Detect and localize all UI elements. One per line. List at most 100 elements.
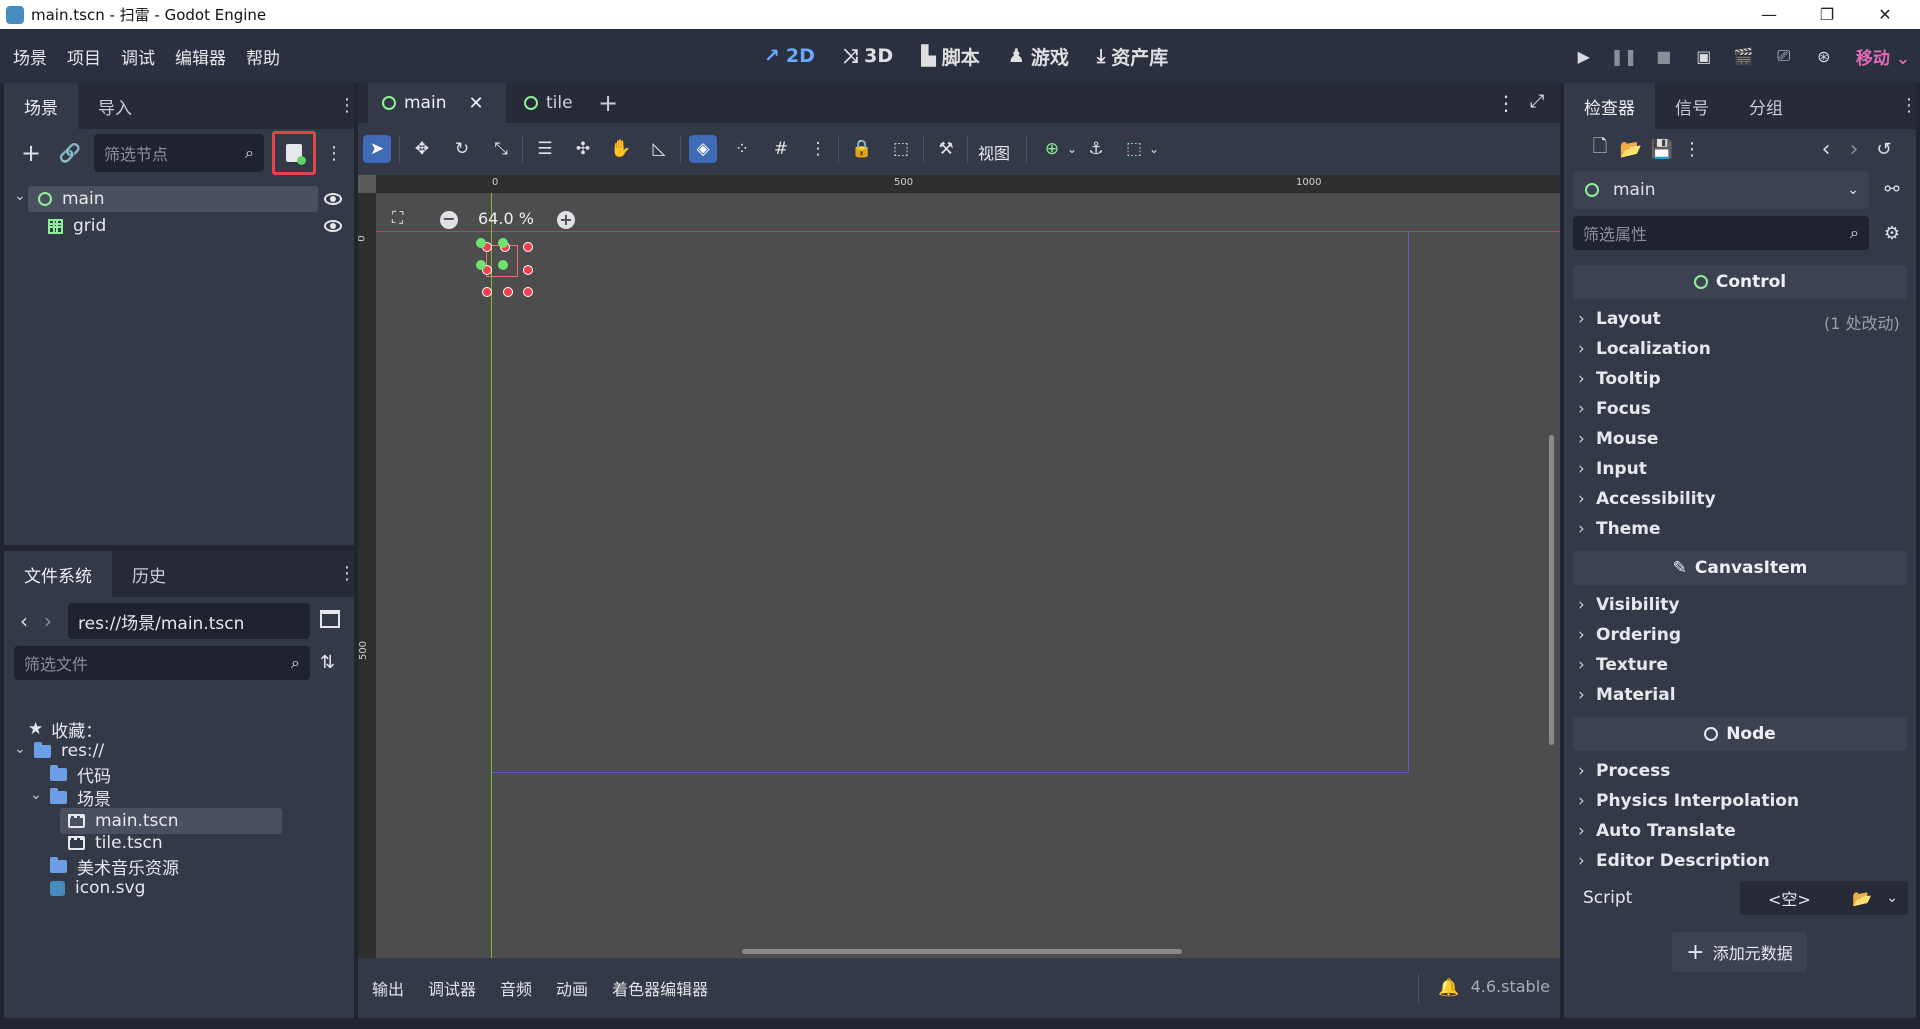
new-scene-tab-icon[interactable]: + xyxy=(598,89,618,117)
resize-handle[interactable] xyxy=(523,242,533,252)
select-mode-icon[interactable]: ➤ xyxy=(363,135,391,163)
tab-debugger[interactable]: 调试器 xyxy=(416,976,488,1000)
tab-scene[interactable]: 场景 xyxy=(4,83,78,129)
back-icon[interactable]: ‹ xyxy=(20,609,28,633)
tab-signals[interactable]: 信号 xyxy=(1655,83,1729,129)
section-canvasitem[interactable]: ✎ CanvasItem xyxy=(1573,551,1907,585)
ruler-mode-icon[interactable]: ◺ xyxy=(645,135,673,163)
prop-process[interactable]: › Process xyxy=(1578,756,1670,786)
history-icon[interactable]: ↺ xyxy=(1870,135,1898,163)
list-select-icon[interactable]: ☰ xyxy=(531,135,559,163)
tab-options-icon[interactable]: ⋮ xyxy=(1496,91,1516,115)
play-custom-scene-icon[interactable]: ⎚ xyxy=(1772,44,1796,68)
workspace-script[interactable]: ▙ 脚本 xyxy=(909,37,992,75)
2d-viewport[interactable]: 0 500 1000 0 500 ⛶ − 64.0 % + xyxy=(358,175,1560,958)
prop-material[interactable]: › Material xyxy=(1578,680,1676,710)
prop-input[interactable]: › Input xyxy=(1578,454,1647,484)
node-filter-input[interactable]: 筛选节点 ⌕ xyxy=(94,134,264,172)
scene-tab-tile[interactable]: tile xyxy=(510,83,587,123)
play-scene-icon[interactable]: 🎬 xyxy=(1732,44,1756,68)
menu-project[interactable]: 项目 xyxy=(57,44,111,69)
scale-mode-icon[interactable]: ⤡ xyxy=(487,135,515,163)
anchor-handle[interactable] xyxy=(476,260,486,270)
file-filter-input[interactable]: 筛选文件 ⌕ xyxy=(14,646,310,680)
open-folder-icon[interactable]: 📂 xyxy=(1617,135,1645,163)
renderer-dropdown[interactable]: 移动 ⌄ xyxy=(1856,44,1910,69)
property-settings-icon[interactable]: ⚙ xyxy=(1878,219,1906,247)
menu-editor[interactable]: 编辑器 xyxy=(165,44,236,69)
tab-audio[interactable]: 音频 xyxy=(488,976,544,1000)
load-script-icon[interactable]: 📂 xyxy=(1852,889,1872,908)
prop-ordering[interactable]: › Ordering xyxy=(1578,620,1681,650)
prop-theme[interactable]: › Theme xyxy=(1578,514,1660,544)
view-menu[interactable]: 视图 xyxy=(978,140,1010,164)
scene-options-icon[interactable]: ⋮ xyxy=(320,139,348,167)
resource-options-icon[interactable]: ⋮ xyxy=(1678,135,1706,163)
anchor-handle[interactable] xyxy=(498,238,508,248)
link-icon[interactable]: 🔗 xyxy=(56,139,84,167)
tab-history[interactable]: 历史 xyxy=(112,551,186,597)
snap-options-icon[interactable]: ⋮ xyxy=(804,135,832,163)
forward-icon[interactable]: › xyxy=(44,609,52,633)
prop-visibility[interactable]: › Visibility xyxy=(1578,590,1680,620)
snap-pivot-icon[interactable]: ⁘ xyxy=(728,135,756,163)
prop-tooltip[interactable]: › Tooltip xyxy=(1578,364,1661,394)
tab-inspector[interactable]: 检查器 xyxy=(1564,83,1655,129)
visibility-eye-icon[interactable] xyxy=(324,220,342,232)
collapse-arrow-icon[interactable]: ⌄ xyxy=(14,188,26,204)
file-row-scenes[interactable]: 场景 xyxy=(50,784,111,810)
skeleton-icon[interactable]: ⚒ xyxy=(932,135,960,163)
minimize-button[interactable]: — xyxy=(1740,0,1798,29)
move-mode-icon[interactable]: ✥ xyxy=(408,135,436,163)
script-field[interactable]: <空> 📂 ⌄ xyxy=(1740,881,1908,915)
workspace-3d[interactable]: ⤨ 3D xyxy=(831,37,905,75)
close-window-button[interactable]: ✕ xyxy=(1856,0,1914,29)
pan-mode-icon[interactable]: ✋ xyxy=(607,135,635,163)
add-metadata-button[interactable]: + 添加元数据 xyxy=(1672,932,1807,972)
dock-menu-icon[interactable]: ⋮ xyxy=(338,563,356,584)
close-tab-icon[interactable]: ✕ xyxy=(468,93,483,114)
sort-icon[interactable]: ⇅ xyxy=(320,652,335,673)
attach-script-button[interactable] xyxy=(272,131,316,175)
prop-texture[interactable]: › Texture xyxy=(1578,650,1668,680)
resize-handle[interactable] xyxy=(482,287,492,297)
tab-filesystem[interactable]: 文件系统 xyxy=(4,551,112,597)
new-resource-icon[interactable]: 🗋 xyxy=(1586,135,1614,163)
prop-mouse[interactable]: › Mouse xyxy=(1578,424,1658,454)
collapse-arrow-icon[interactable]: ⌄ xyxy=(14,741,26,757)
file-row-icon-svg[interactable]: icon.svg xyxy=(50,875,145,901)
collapse-arrow-icon[interactable]: ⌄ xyxy=(30,787,42,803)
remote-debug-icon[interactable]: ▣ xyxy=(1692,44,1716,68)
history-back-icon[interactable]: ‹ xyxy=(1812,135,1840,163)
section-control[interactable]: Control xyxy=(1573,265,1907,299)
restore-button[interactable]: ❐ xyxy=(1798,0,1856,29)
tab-output[interactable]: 输出 xyxy=(360,976,416,1000)
documentation-icon[interactable]: ⚯ xyxy=(1878,175,1906,203)
menu-scene[interactable]: 场景 xyxy=(3,44,57,69)
workspace-assetlib[interactable]: ⤓ 资产库 xyxy=(1085,37,1180,75)
tab-shader-editor[interactable]: 着色器编辑器 xyxy=(600,976,720,1000)
notification-icon[interactable]: 🔔 xyxy=(1438,978,1459,998)
prop-layout[interactable]: › Layout xyxy=(1578,304,1661,334)
prop-localization[interactable]: › Localization xyxy=(1578,334,1711,364)
play-icon[interactable]: ▶ xyxy=(1572,44,1596,68)
horizontal-scrollbar[interactable] xyxy=(742,949,1182,954)
rotate-mode-icon[interactable]: ↻ xyxy=(448,135,476,163)
chevron-down-icon[interactable]: ⌄ xyxy=(1886,890,1898,906)
lock-icon[interactable]: 🔒 xyxy=(848,135,876,163)
prop-focus[interactable]: › Focus xyxy=(1578,394,1651,424)
prop-editor-description[interactable]: › Editor Description xyxy=(1578,846,1770,876)
zoom-in-icon[interactable]: + xyxy=(557,211,575,229)
grid-snap-icon[interactable]: # xyxy=(767,135,795,163)
zoom-out-icon[interactable]: − xyxy=(440,211,458,229)
tab-animation[interactable]: 动画 xyxy=(544,976,600,1000)
prop-auto-translate[interactable]: › Auto Translate xyxy=(1578,816,1736,846)
zoom-level[interactable]: 64.0 % xyxy=(478,209,534,228)
smart-snap-icon[interactable]: ◈ xyxy=(689,135,717,163)
object-selector[interactable]: main ⌄ xyxy=(1573,171,1869,209)
tree-node-grid[interactable]: grid xyxy=(48,213,106,239)
prop-accessibility[interactable]: › Accessibility xyxy=(1578,484,1716,514)
pivot-mode-icon[interactable]: ✣ xyxy=(569,135,597,163)
workspace-2d[interactable]: ↗ 2D xyxy=(752,37,827,75)
tree-node-main[interactable]: main xyxy=(28,186,318,212)
